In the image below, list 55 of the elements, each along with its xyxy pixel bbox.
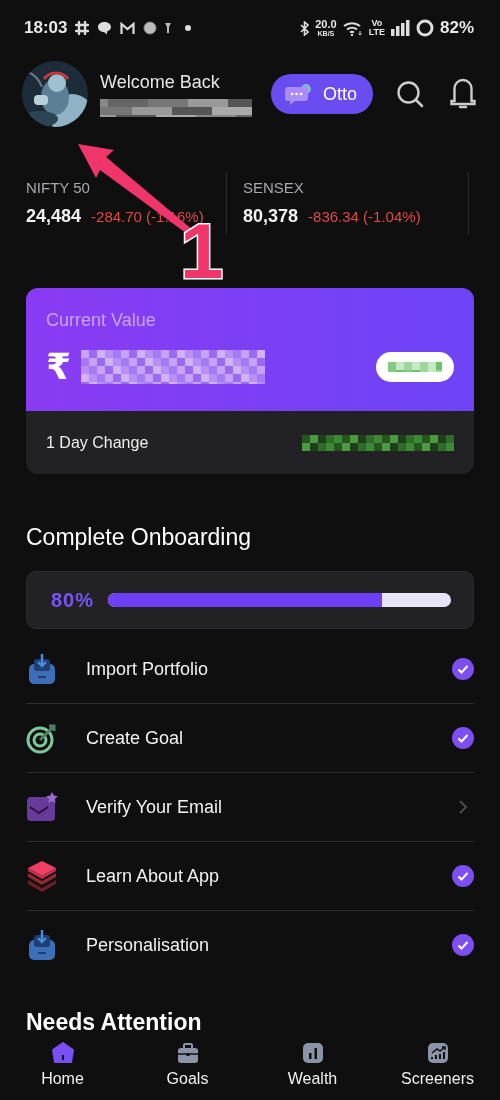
clock-time: 18:03 (24, 18, 68, 38)
blurred-percent (388, 362, 442, 372)
dot-icon (185, 25, 192, 31)
onboarding-item[interactable]: Learn About App (26, 842, 474, 911)
search-icon[interactable] (397, 80, 424, 108)
item-label: Verify Your Email (86, 796, 224, 818)
index-name: NIFTY 50 (26, 179, 91, 196)
signal-icon (390, 20, 410, 36)
nav-tab[interactable]: Home (0, 1038, 125, 1100)
notification-bell-icon[interactable] (450, 78, 476, 110)
target-arrow-icon (26, 722, 58, 754)
currency-symbol: ₹ (46, 349, 72, 385)
volte-label: Vo (371, 19, 383, 28)
mail-m-icon (120, 21, 136, 35)
volte-label: LTE (368, 28, 385, 37)
onboarding-item[interactable]: Import Portfolio (26, 635, 474, 704)
item-label: Learn About App (86, 865, 221, 887)
assistant-button[interactable]: Otto (271, 74, 373, 114)
item-label: Personalisation (86, 934, 211, 956)
hash-icon (75, 21, 90, 35)
envelope-star-icon (26, 791, 58, 823)
trend-chart-icon (426, 1042, 449, 1064)
bluetooth-icon (300, 20, 310, 36)
wifi-icon (342, 20, 363, 36)
progress-percent: 80% (51, 588, 95, 612)
bar-chart-icon (301, 1042, 324, 1064)
onboarding-item[interactable]: Verify Your Email (26, 773, 474, 842)
greeting-text: Welcome Back (100, 71, 221, 93)
circle-icon (143, 21, 158, 35)
stacked-layers-icon (26, 860, 58, 892)
nav-tab[interactable]: Wealth (250, 1038, 375, 1100)
item-label: Create Goal (86, 727, 185, 749)
network-speed: 20.0 (315, 19, 337, 30)
inbox-download-icon (26, 929, 58, 961)
section-title: Needs Attention (26, 1009, 202, 1036)
chat-bubbles-icon (285, 82, 313, 106)
section-title: Complete Onboarding (26, 524, 252, 551)
onboarding-item[interactable]: Personalisation (26, 911, 474, 979)
index-value: 24,484 (26, 206, 82, 227)
briefcase-icon (176, 1042, 199, 1064)
nav-tab[interactable]: Goals (125, 1038, 250, 1100)
card-title: Current Value (46, 310, 157, 331)
index-value: 80,378 (243, 206, 299, 227)
index-change: -836.34 (-1.04%) (308, 208, 421, 225)
item-label: Import Portfolio (86, 658, 210, 680)
onboarding-item[interactable]: Create Goal (26, 704, 474, 773)
chat-bubble-icon (97, 21, 113, 35)
home-icon (51, 1042, 74, 1064)
battery-percent: 82% (439, 18, 474, 38)
nav-tab[interactable]: Screeners (375, 1038, 500, 1100)
battery-ring-icon (415, 19, 434, 37)
index-name: SENSEX (243, 179, 305, 196)
torch-icon (165, 23, 172, 33)
change-label: 1 Day Change (46, 433, 149, 452)
inbox-download-icon (26, 653, 58, 685)
